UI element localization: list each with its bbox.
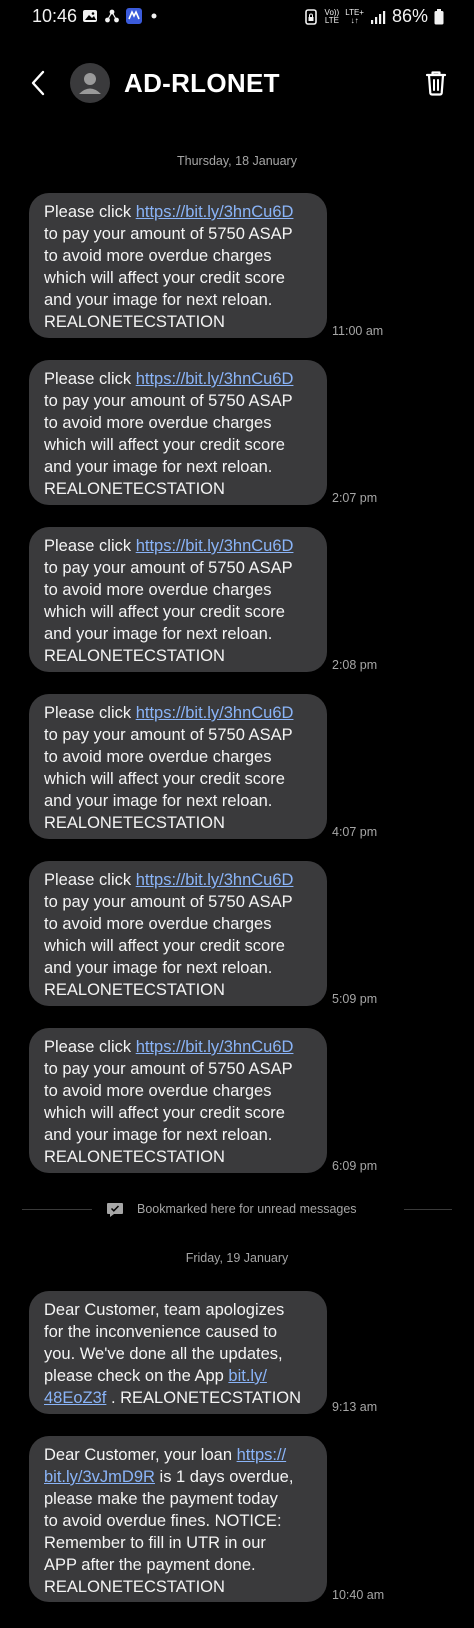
- message-timestamp: 2:07 pm: [332, 491, 378, 505]
- share-nodes-icon: [105, 9, 119, 23]
- message-bookmark-icon: [107, 1203, 123, 1217]
- message-timestamp: 10:40 am: [332, 1588, 385, 1602]
- message-bubble[interactable]: Please click https://bit.ly/3hnCu6D to p…: [29, 527, 327, 672]
- message-timestamp: 5:09 pm: [332, 992, 378, 1006]
- message-timestamp: 4:07 pm: [332, 825, 378, 839]
- chevron-left-icon: [31, 70, 45, 96]
- message-bubble[interactable]: Please click https://bit.ly/3hnCu6D to p…: [29, 861, 327, 1006]
- battery-icon: [434, 8, 444, 24]
- app-badge-icon: [126, 8, 142, 24]
- conversation-header: AD-RLONET: [0, 56, 474, 112]
- battery-percent: 86%: [391, 6, 428, 26]
- message-link[interactable]: 48EoZ3f: [44, 1389, 106, 1407]
- trash-icon: [425, 71, 447, 96]
- gallery-icon: [83, 10, 97, 22]
- message-link[interactable]: https://: [237, 1446, 287, 1464]
- divider-line: [22, 1209, 92, 1210]
- hotspot-lock-icon: [304, 8, 317, 25]
- person-icon: [79, 73, 101, 94]
- delete-button[interactable]: [420, 66, 452, 100]
- status-bar: 10:46 Vo)) LTE LTE+ ↓↑ 86%: [0, 0, 474, 36]
- message-bubble[interactable]: Dear Customer, team apologizes for the i…: [29, 1291, 327, 1414]
- message-bubble[interactable]: Please click https://bit.ly/3hnCu6D to p…: [29, 193, 327, 338]
- signal-icon: [370, 10, 386, 24]
- bookmark-label: Bookmarked here for unread messages: [137, 1202, 357, 1216]
- message-bubble[interactable]: Please click https://bit.ly/3hnCu6D to p…: [29, 694, 327, 839]
- message-bubble[interactable]: Please click https://bit.ly/3hnCu6D to p…: [29, 1028, 327, 1173]
- system-status-icons: Vo)) LTE LTE+ ↓↑ 86%: [303, 6, 444, 27]
- unread-bookmark-divider: Bookmarked here for unread messages: [22, 1198, 452, 1222]
- date-separator: Friday, 19 January: [185, 1251, 289, 1265]
- message-bubble[interactable]: Dear Customer, your loan https:// bit.ly…: [29, 1436, 327, 1602]
- back-button[interactable]: [24, 66, 54, 100]
- message-link[interactable]: https://bit.ly/3hnCu6D: [136, 871, 294, 889]
- status-time: 10:46: [32, 6, 78, 26]
- message-link[interactable]: bit.ly/3vJmD9R: [44, 1468, 155, 1486]
- message-timestamp: 2:08 pm: [332, 658, 378, 672]
- message-timestamp: 11:00 am: [332, 324, 384, 338]
- message-link[interactable]: https://bit.ly/3hnCu6D: [136, 1038, 294, 1056]
- dot-icon: [151, 13, 157, 19]
- volte-indicator: Vo)) LTE: [324, 7, 340, 25]
- message-link[interactable]: https://bit.ly/3hnCu6D: [136, 704, 294, 722]
- message-link[interactable]: bit.ly/: [228, 1367, 267, 1385]
- message-link[interactable]: https://bit.ly/3hnCu6D: [136, 203, 294, 221]
- date-separator: Thursday, 18 January: [177, 154, 297, 168]
- message-bubble[interactable]: Please click https://bit.ly/3hnCu6D to p…: [29, 360, 327, 505]
- message-link[interactable]: https://bit.ly/3hnCu6D: [136, 370, 294, 388]
- notification-icons: [82, 8, 164, 24]
- message-timestamp: 6:09 pm: [332, 1159, 378, 1173]
- divider-line: [404, 1209, 452, 1210]
- network-type-indicator: LTE+ ↓↑: [345, 7, 364, 25]
- message-link[interactable]: https://bit.ly/3hnCu6D: [136, 537, 294, 555]
- contact-name[interactable]: AD-RLONET: [124, 68, 280, 99]
- message-timestamp: 9:13 am: [332, 1400, 378, 1414]
- avatar[interactable]: [70, 63, 110, 103]
